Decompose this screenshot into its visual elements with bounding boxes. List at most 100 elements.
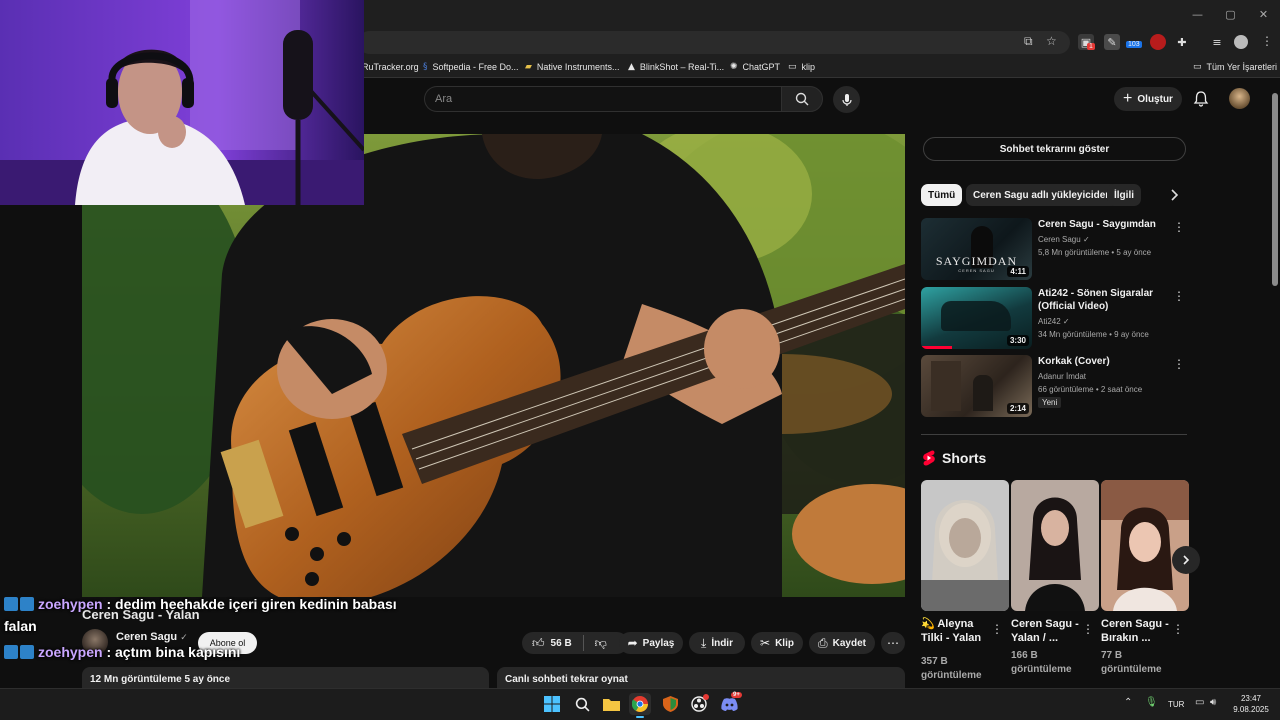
short-title: Ceren Sagu - Yalan / ... bbox=[1011, 618, 1079, 644]
video-thumbnail: SAYGIMDAN CEREN SAGU 4:11 bbox=[921, 218, 1032, 280]
volume-icon[interactable]: 🔊︎ bbox=[1210, 697, 1216, 708]
short-item-info[interactable]: Ceren Sagu - Yalan / ... 166 B görüntülem… bbox=[1011, 617, 1081, 677]
chip-related[interactable]: İlgili bbox=[1107, 184, 1141, 206]
record-extension-icon[interactable] bbox=[1150, 34, 1166, 50]
description-box[interactable]: 12 Mn görüntüleme 5 ay önce bbox=[82, 667, 489, 688]
recommendation-item[interactable]: 2:14 Korkak (Cover) Adanur İmdat 66 görü… bbox=[921, 355, 1187, 417]
taskbar-search-button[interactable] bbox=[571, 693, 593, 715]
badge-icon bbox=[4, 645, 18, 659]
chat-username: zoehypen bbox=[38, 596, 103, 612]
browser-menu-icon[interactable]: ⋮ bbox=[1261, 34, 1273, 48]
more-options-icon[interactable]: ⋮ bbox=[1173, 220, 1185, 234]
download-button[interactable]: ⤓ İndir bbox=[689, 632, 745, 654]
more-options-icon[interactable]: ⋮ bbox=[1173, 289, 1185, 303]
softpedia-icon: § bbox=[423, 62, 428, 72]
recommendation-channel: Adanur İmdat bbox=[1038, 372, 1087, 381]
bookmark-item[interactable]: § Softpedia - Free Do... bbox=[423, 58, 519, 76]
save-button[interactable]: ⎙ Kaydet bbox=[809, 632, 875, 654]
scissors-icon: ✂ bbox=[760, 636, 771, 650]
bookmark-item[interactable]: RuTracker.org bbox=[362, 58, 419, 76]
folder-icon: ▭ bbox=[1193, 62, 1202, 72]
download-icon: ⤓ bbox=[701, 635, 707, 650]
clock[interactable]: 23:47 9.08.2025 bbox=[1228, 693, 1274, 715]
maximize-button[interactable]: ▢ bbox=[1214, 0, 1247, 28]
voice-search-button[interactable] bbox=[833, 86, 860, 113]
short-views: 77 B görüntüleme bbox=[1101, 650, 1162, 675]
short-title: 💫 Aleyna Tilki - Yalan bbox=[921, 618, 982, 644]
more-actions-button[interactable]: ⋯ bbox=[881, 632, 905, 654]
chrome-app[interactable] bbox=[629, 693, 651, 715]
profile-avatar[interactable] bbox=[1234, 35, 1248, 49]
recommendation-channel: Ceren Sagu ✓ bbox=[1038, 235, 1090, 244]
search-button[interactable] bbox=[781, 86, 823, 112]
address-bar[interactable] bbox=[358, 31, 1070, 54]
extension-badge: 1 bbox=[1087, 43, 1095, 50]
close-window-button[interactable]: ✕ bbox=[1247, 0, 1280, 28]
more-options-icon[interactable]: ⋮ bbox=[1173, 357, 1185, 371]
badge-icon bbox=[20, 597, 34, 611]
media-controls-icon[interactable]: ≡ bbox=[1209, 34, 1225, 50]
short-item-info[interactable]: Ceren Sagu - Bırakın ... 77 B görüntüleme bbox=[1101, 617, 1171, 677]
search-input[interactable]: Ara bbox=[424, 86, 781, 112]
more-options-icon[interactable]: ⋮ bbox=[991, 622, 1003, 636]
network-icon[interactable]: ▭ bbox=[1195, 697, 1204, 708]
duration-badge: 4:11 bbox=[1007, 266, 1029, 277]
recommendation-item[interactable]: SAYGIMDAN CEREN SAGU 4:11 Ceren Sagu - S… bbox=[921, 218, 1187, 280]
like-button[interactable]: 👍︎ 56 B bbox=[532, 636, 572, 651]
scrollbar-thumb[interactable] bbox=[1272, 93, 1278, 286]
bookmark-item[interactable]: ✺ ChatGPT bbox=[730, 58, 780, 76]
chip-from-uploader[interactable]: Ceren Sagu adlı yükleyiciden bbox=[966, 184, 1119, 206]
shorts-next-button[interactable] bbox=[1172, 546, 1200, 574]
views-and-date: 12 Mn görüntüleme 5 ay önce bbox=[90, 674, 231, 685]
recommendation-title: Ati242 - Sönen Sigaralar (Official Video… bbox=[1038, 288, 1154, 312]
extension-icon[interactable]: ✎ bbox=[1104, 34, 1120, 50]
short-thumbnail[interactable] bbox=[1011, 480, 1099, 611]
shorts-logo-icon bbox=[923, 450, 935, 466]
folder-icon: ▰ bbox=[525, 62, 532, 72]
bookmark-item[interactable]: ▰ Native Instruments... bbox=[525, 58, 619, 76]
active-app-indicator bbox=[636, 716, 644, 718]
more-options-icon[interactable]: ⋮ bbox=[1172, 622, 1184, 636]
show-chat-replay-button[interactable]: Sohbet tekrarını göster bbox=[923, 137, 1186, 161]
recommendation-meta: 5,8 Mn görüntüleme • 5 ay önce bbox=[1038, 248, 1152, 257]
install-app-icon[interactable]: ⧉ bbox=[1024, 34, 1033, 49]
share-button[interactable]: ➦ Paylaş bbox=[619, 632, 683, 654]
thumbs-down-icon[interactable]: 👎︎ bbox=[595, 636, 607, 651]
minimize-button[interactable]: — bbox=[1181, 0, 1214, 28]
tray-overflow-icon[interactable]: ⌃ bbox=[1124, 697, 1132, 708]
microphone-tray-icon[interactable]: 🎙︎ bbox=[1145, 697, 1158, 708]
recommendation-item[interactable]: 3:30 Ati242 - Sönen Sigaralar (Official … bbox=[921, 287, 1187, 349]
channel-name[interactable]: Ceren Sagu ✓ bbox=[116, 631, 188, 643]
recommendation-channel: Ati242 ✓ bbox=[1038, 317, 1070, 326]
short-thumbnail[interactable] bbox=[1101, 480, 1189, 611]
clip-button[interactable]: ✂ Klip bbox=[751, 632, 803, 654]
bookmark-item[interactable]: ▭ klip bbox=[788, 58, 815, 76]
extensions-puzzle-icon[interactable]: ✚ bbox=[1174, 34, 1190, 50]
discord-badge: 9+ bbox=[731, 692, 742, 698]
bookmark-star-icon[interactable]: ☆ bbox=[1046, 34, 1057, 48]
watched-progress-bar bbox=[921, 346, 953, 349]
chat-badges bbox=[4, 597, 34, 611]
start-button[interactable] bbox=[541, 693, 563, 715]
short-image bbox=[921, 480, 1009, 611]
more-options-icon[interactable]: ⋮ bbox=[1082, 622, 1094, 636]
time: 23:47 bbox=[1240, 694, 1262, 703]
bookmark-item[interactable]: ▲ BlinkShot – Real-Ti... bbox=[628, 58, 724, 76]
create-button[interactable]: + Oluştur bbox=[1114, 87, 1182, 111]
chip-all[interactable]: Tümü bbox=[921, 184, 963, 206]
file-explorer-app[interactable] bbox=[600, 693, 622, 715]
live-chat-replay-box[interactable]: Canlı sohbeti tekrar oynat bbox=[497, 667, 905, 688]
short-thumbnail[interactable] bbox=[921, 480, 1009, 611]
short-item-info[interactable]: 💫 Aleyna Tilki - Yalan 357 B görüntüleme bbox=[921, 617, 991, 683]
verified-icon: ✓ bbox=[180, 633, 188, 643]
notification-dot bbox=[703, 694, 709, 700]
divider bbox=[582, 635, 584, 651]
chat-replay-label: Canlı sohbeti tekrar oynat bbox=[505, 674, 628, 685]
taskbar-app[interactable] bbox=[659, 693, 681, 715]
chevron-right-icon[interactable] bbox=[1165, 186, 1183, 204]
notifications-bell-icon[interactable] bbox=[1192, 90, 1210, 108]
all-bookmarks[interactable]: ▭ Tüm Yer İşaretleri bbox=[1193, 58, 1277, 76]
discord-icon bbox=[720, 697, 738, 711]
input-language[interactable]: TUR bbox=[1168, 700, 1184, 709]
user-avatar[interactable] bbox=[1229, 88, 1250, 109]
